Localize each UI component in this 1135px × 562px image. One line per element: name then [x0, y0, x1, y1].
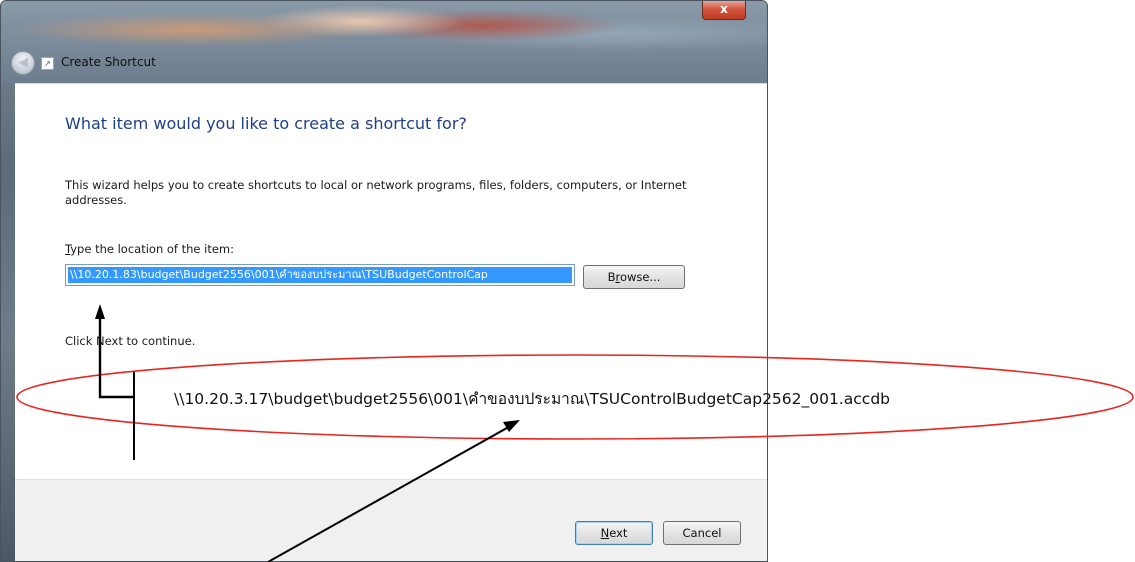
browse-label-post: owse... — [619, 270, 661, 284]
next-button[interactable]: Next — [575, 521, 653, 545]
window-title: Create Shortcut — [61, 55, 156, 69]
location-input[interactable]: \\10.20.1.83\budget\Budget2556\001\คำของ… — [65, 264, 575, 286]
callout-path-text: \\10.20.3.17\budget\budget2556\001\คำของ… — [174, 390, 890, 408]
next-mnemonic: N — [600, 526, 610, 540]
continue-hint: Click Next to continue. — [65, 334, 196, 348]
back-arrow-icon: ◀ — [18, 55, 28, 70]
location-input-value[interactable]: \\10.20.1.83\budget\Budget2556\001\คำของ… — [68, 267, 572, 283]
navigation-row: ◀ ↗ Create Shortcut — [1, 49, 767, 75]
wizard-description: This wizard helps you to create shortcut… — [65, 178, 687, 207]
back-button[interactable]: ◀ — [11, 51, 35, 75]
shortcut-wizard-icon: ↗ — [41, 57, 54, 70]
location-label: Type the location of the item: — [65, 242, 234, 256]
wizard-content: What item would you like to create a sho… — [15, 83, 767, 480]
create-shortcut-window: x ◀ ↗ Create Shortcut What item would yo… — [0, 0, 768, 562]
wizard-footer: Next Cancel — [15, 479, 767, 561]
cancel-button[interactable]: Cancel — [663, 521, 741, 545]
location-label-text: ype the location of the item: — [70, 242, 235, 256]
wizard-heading: What item would you like to create a sho… — [65, 114, 467, 133]
close-button[interactable]: x — [702, 1, 746, 20]
close-icon: x — [720, 2, 728, 16]
browse-button[interactable]: Browse... — [583, 265, 685, 289]
next-label: ext — [609, 526, 628, 540]
